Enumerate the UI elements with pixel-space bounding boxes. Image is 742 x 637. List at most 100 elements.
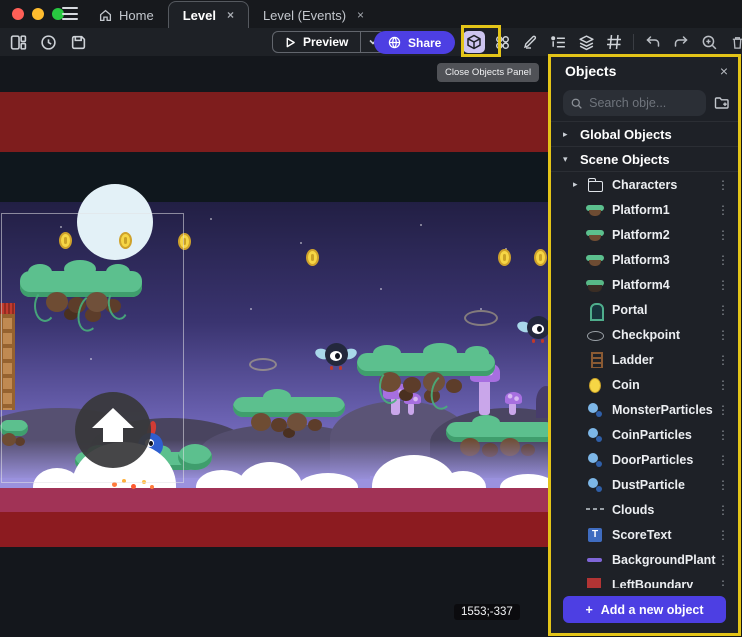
undo-icon[interactable] [642, 31, 664, 53]
object-menu-icon[interactable]: ⋮ [716, 228, 730, 242]
object-list-item[interactable]: Platform4 ⋮ [551, 272, 738, 297]
object-menu-icon[interactable]: ⋮ [716, 578, 730, 589]
object-label: ScoreText [612, 528, 716, 542]
object-list-item[interactable]: Checkpoint ⋮ [551, 322, 738, 347]
object-search-box[interactable] [563, 90, 706, 116]
object-thumbnail-icon [586, 452, 605, 468]
trash-icon[interactable] [726, 31, 742, 53]
tab-level-events[interactable]: Level (Events) × [249, 2, 378, 28]
object-thumbnail-icon [586, 227, 605, 243]
object-list-item[interactable]: BackgroundPlants ⋮ [551, 547, 738, 572]
tab-label: Home [119, 8, 154, 23]
object-menu-icon[interactable]: ⋮ [716, 378, 730, 392]
object-menu-icon[interactable]: ⋮ [716, 328, 730, 342]
history-icon[interactable] [40, 34, 57, 51]
chevron-right-icon: ▸ [573, 179, 586, 190]
top-boundary-sprite[interactable] [0, 92, 556, 152]
minimize-window-icon[interactable] [32, 8, 44, 20]
object-list-item[interactable]: Portal ⋮ [551, 297, 738, 322]
platform-island-sprite[interactable] [357, 350, 495, 410]
object-list-item[interactable]: CoinParticles ⋮ [551, 422, 738, 447]
object-menu-icon[interactable]: ⋮ [716, 353, 730, 367]
object-menu-icon[interactable]: ⋮ [716, 503, 730, 517]
object-menu-icon[interactable]: ⋮ [716, 553, 730, 567]
object-menu-icon[interactable]: ⋮ [716, 203, 730, 217]
search-input[interactable] [589, 96, 698, 110]
properties-icon[interactable] [547, 31, 569, 53]
ufo-outline-sprite[interactable] [464, 310, 498, 326]
object-menu-icon[interactable]: ⋮ [716, 403, 730, 417]
object-thumbnail-icon [586, 502, 605, 518]
object-thumbnail-icon [586, 352, 605, 368]
share-button[interactable]: Share [374, 31, 455, 54]
object-list-item[interactable]: MonsterParticles ⋮ [551, 397, 738, 422]
grid-icon[interactable] [603, 31, 625, 53]
close-window-icon[interactable] [12, 8, 24, 20]
add-folder-icon[interactable] [714, 95, 730, 111]
close-tab-icon[interactable]: × [227, 8, 234, 22]
editor-icon-strip [463, 31, 742, 53]
fire-particle [150, 485, 154, 489]
object-menu-icon[interactable]: ⋮ [716, 303, 730, 317]
close-tab-icon[interactable]: × [357, 8, 364, 22]
instances-icon[interactable] [491, 31, 513, 53]
coin-sprite[interactable] [498, 249, 511, 266]
plus-icon: + [585, 603, 592, 617]
object-list-item[interactable]: ▸ Characters ⋮ [551, 172, 738, 197]
tab-home[interactable]: Home [85, 2, 168, 28]
object-menu-icon[interactable]: ⋮ [716, 528, 730, 542]
object-label: Platform2 [612, 228, 716, 242]
redo-icon[interactable] [670, 31, 692, 53]
object-menu-icon[interactable]: ⋮ [716, 428, 730, 442]
object-list-item[interactable]: DoorParticles ⋮ [551, 447, 738, 472]
section-scene-objects[interactable]: ▾ Scene Objects [551, 146, 738, 171]
object-menu-icon[interactable]: ⋮ [716, 478, 730, 492]
object-list-item[interactable]: Platform2 ⋮ [551, 222, 738, 247]
object-menu-icon[interactable]: ⋮ [716, 253, 730, 267]
platform-island-sprite[interactable] [233, 395, 345, 441]
main-menu-icon[interactable] [62, 7, 78, 20]
search-row [551, 85, 738, 121]
coin-sprite[interactable] [306, 249, 319, 266]
pencil-icon[interactable] [519, 31, 541, 53]
tab-label: Level [183, 8, 216, 23]
scene-canvas[interactable] [0, 56, 556, 637]
selection-rectangle[interactable] [1, 213, 184, 483]
object-menu-icon[interactable]: ⋮ [716, 278, 730, 292]
object-list-item[interactable]: Clouds ⋮ [551, 497, 738, 522]
save-icon[interactable] [70, 34, 87, 51]
layers-icon[interactable] [575, 31, 597, 53]
tab-level[interactable]: Level × [168, 1, 249, 28]
titlebar: Home Level × Level (Events) × [0, 0, 742, 28]
object-label: CoinParticles [612, 428, 716, 442]
objects-panel-cube-icon[interactable] [463, 31, 485, 53]
object-menu-icon[interactable]: ⋮ [716, 178, 730, 192]
ufo-outline-sprite[interactable] [249, 358, 277, 371]
section-global-objects[interactable]: ▸ Global Objects [551, 121, 738, 146]
object-list-item[interactable]: Platform1 ⋮ [551, 197, 738, 222]
zoom-in-icon[interactable] [698, 31, 720, 53]
object-label: MonsterParticles [612, 403, 716, 417]
object-list-item[interactable]: LeftBoundary ⋮ [551, 572, 738, 588]
pink-ground-band-sprite[interactable] [0, 488, 556, 512]
star [380, 288, 382, 290]
object-list-item[interactable]: Ladder ⋮ [551, 347, 738, 372]
object-list-item[interactable]: Platform3 ⋮ [551, 247, 738, 272]
coin-sprite[interactable] [534, 249, 547, 266]
object-list-item[interactable]: DustParticle ⋮ [551, 472, 738, 497]
objects-panel: Objects × ▸ Global Objects ▾ Scene Objec… [551, 57, 738, 633]
object-label: Platform4 [612, 278, 716, 292]
close-panel-icon[interactable]: × [720, 63, 728, 79]
object-thumbnail-icon [586, 527, 605, 543]
object-menu-icon[interactable]: ⋮ [716, 453, 730, 467]
add-new-object-button[interactable]: + Add a new object [563, 596, 726, 623]
preview-button[interactable]: Preview [273, 32, 360, 52]
bottom-boundary-sprite[interactable] [0, 512, 556, 547]
object-list-item[interactable]: ScoreText ⋮ [551, 522, 738, 547]
object-label: Checkpoint [612, 328, 716, 342]
object-list-item[interactable]: Coin ⋮ [551, 372, 738, 397]
panels-icon[interactable] [10, 34, 27, 51]
toolbar-divider [633, 34, 634, 50]
monster-sprite[interactable] [318, 339, 354, 375]
object-label: Platform1 [612, 203, 716, 217]
